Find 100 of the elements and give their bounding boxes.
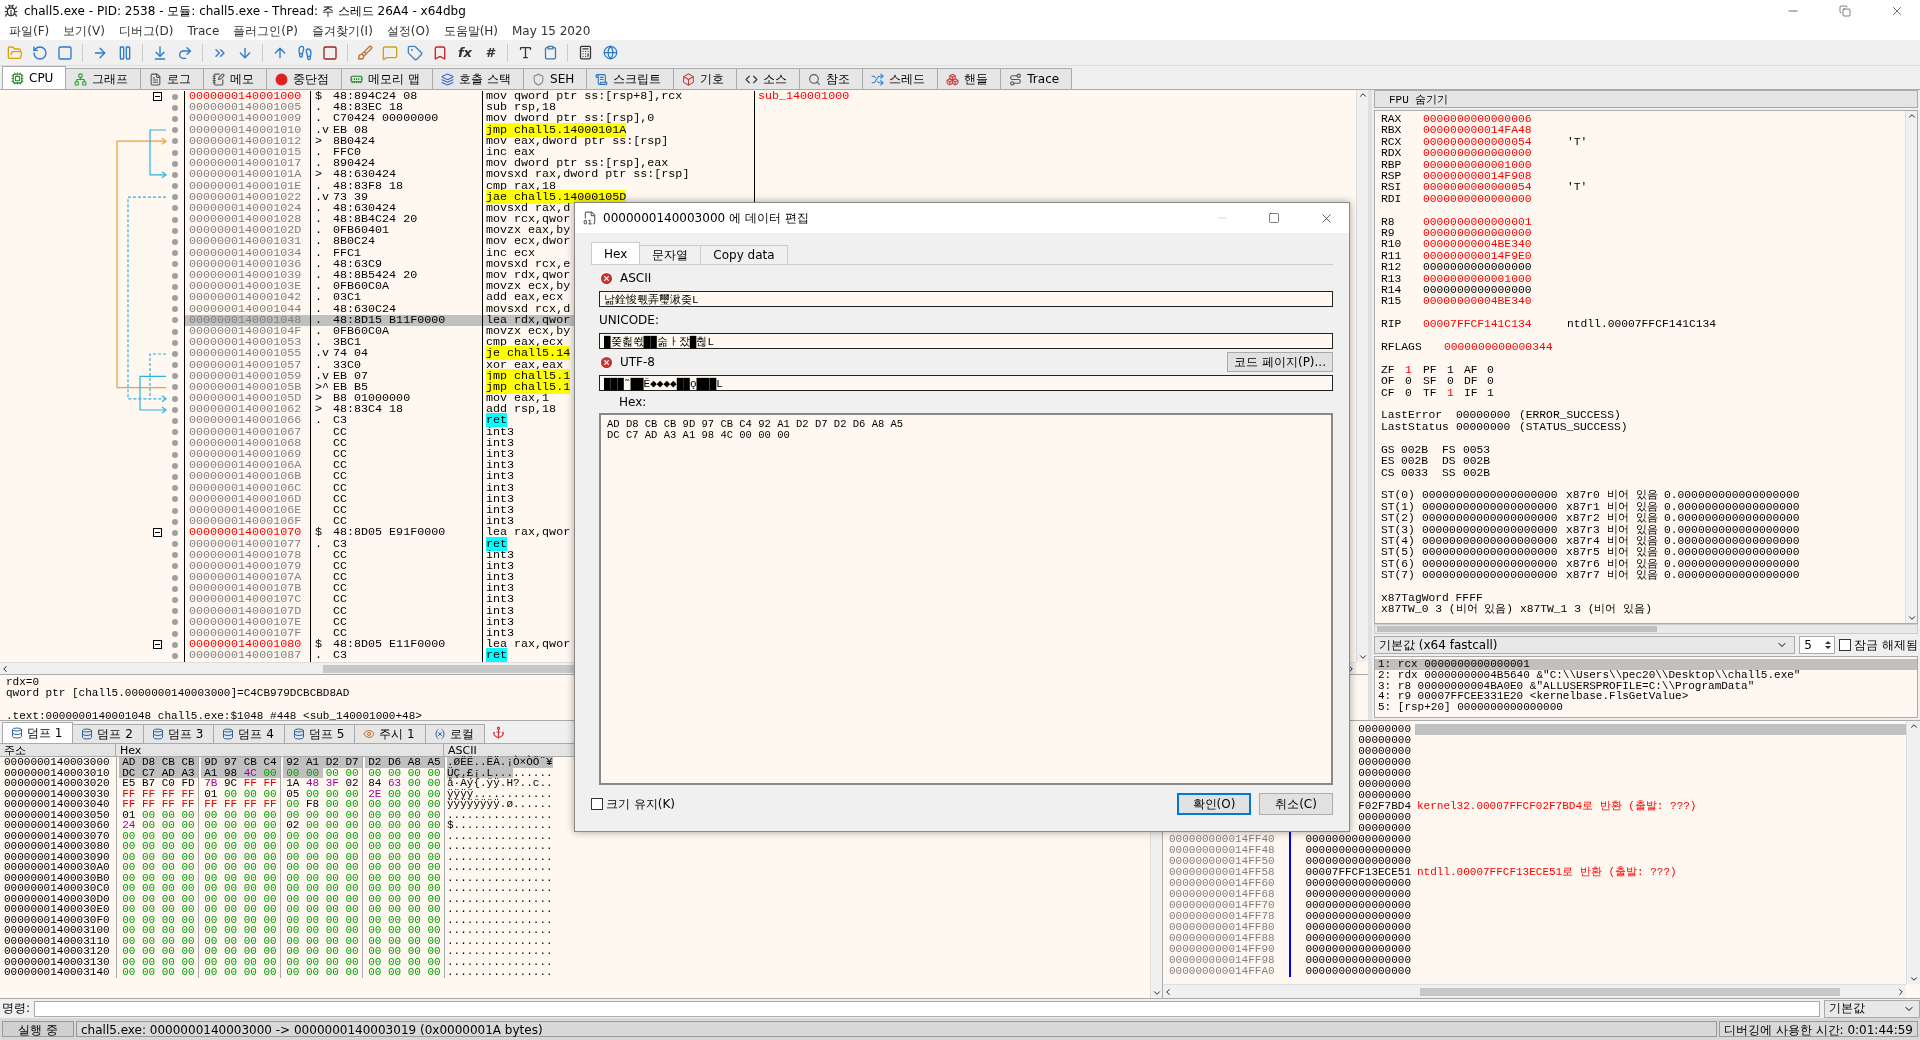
- tab[interactable]: 중단점: [266, 68, 343, 89]
- menu-item[interactable]: 설정(O): [379, 22, 437, 40]
- hex-editor-field[interactable]: AD D8 CB CB 9D 97 CB C4 92 A1 D2 D7 D2 D6 A8 A5 DC C7 AD A3 A1 98 4C 00 00 00: [599, 413, 1333, 785]
- breakpoint-dot-icon[interactable]: [172, 429, 178, 436]
- breakpoint-dot-icon[interactable]: [172, 630, 178, 637]
- breakpoint-dot-icon[interactable]: [172, 373, 178, 380]
- breakpoint-dot-icon[interactable]: [172, 261, 178, 268]
- vertical-scrollbar[interactable]: [1905, 111, 1917, 623]
- tab[interactable]: Trace: [1000, 68, 1073, 89]
- menu-item[interactable]: Trace: [180, 24, 227, 38]
- command-mode-select[interactable]: 기본값: [1824, 999, 1920, 1018]
- breakpoint-dot-icon[interactable]: [172, 93, 178, 100]
- spinner-arrows-icon[interactable]: [1824, 639, 1833, 651]
- breakpoint-dot-icon[interactable]: [172, 518, 178, 525]
- ascii-field[interactable]: 낢銓悛뤣弄璽湫좆L: [599, 291, 1333, 307]
- tab[interactable]: CPU: [2, 66, 67, 89]
- unlock-checkbox[interactable]: 잠금 해제됨: [1839, 636, 1918, 654]
- breakpoint-dot-icon[interactable]: [172, 160, 178, 167]
- breakpoint-dot-icon[interactable]: [172, 552, 178, 559]
- breakpoint-dot-icon[interactable]: [172, 138, 178, 145]
- dialog-button[interactable]: 취소(C): [1259, 793, 1333, 815]
- breakpoint-dot-icon[interactable]: [172, 115, 178, 122]
- breakpoint-dot-icon[interactable]: [172, 406, 178, 413]
- calling-convention-select[interactable]: 기본값 (x64 fastcall): [1374, 636, 1796, 654]
- menu-item[interactable]: 도움말(H): [436, 22, 505, 40]
- tab[interactable]: 참조: [799, 68, 864, 89]
- breakpoint-dot-icon[interactable]: [172, 194, 178, 201]
- code-page-button[interactable]: 코드 페이지(P)...: [1227, 352, 1333, 372]
- collapse-icon[interactable]: [153, 92, 162, 102]
- argument-line[interactable]: 4: r9 00007FFCEE331E20 <kernelbase.FlsGetValue>: [1375, 691, 1917, 703]
- dialog-button[interactable]: 확인(O): [1177, 793, 1251, 815]
- dump-tab[interactable]: 로컬: [424, 724, 485, 743]
- tab[interactable]: 문자열: [639, 245, 702, 264]
- tab[interactable]: 소스: [736, 68, 801, 89]
- dump-tab[interactable]: 덤프 5: [283, 724, 356, 743]
- breakpoint-dot-icon[interactable]: [172, 585, 178, 592]
- breakpoint-dot-icon[interactable]: [172, 205, 178, 212]
- horizontal-scrollbar[interactable]: [1374, 624, 1918, 634]
- breakpoint-dot-icon[interactable]: [172, 485, 178, 492]
- breakpoint-dot-icon[interactable]: [172, 339, 178, 346]
- breakpoint-dot-icon[interactable]: [172, 418, 178, 425]
- vertical-scrollbar[interactable]: [1356, 90, 1368, 662]
- toolbar-button[interactable]: fx: [454, 41, 476, 64]
- breakpoint-dot-icon[interactable]: [172, 294, 178, 301]
- tab[interactable]: SEH: [523, 68, 588, 89]
- breakpoint-dot-icon[interactable]: [172, 127, 178, 134]
- argument-line[interactable]: 3: r8 00000000004BA0E0 &"ALLUSERSPROFILE=C:\\ProgramData": [1375, 680, 1917, 692]
- dump-tab[interactable]: 주시 1: [354, 724, 426, 743]
- breakpoint-dot-icon[interactable]: [172, 652, 178, 659]
- breakpoint-dot-icon[interactable]: [172, 328, 178, 335]
- breakpoint-dot-icon[interactable]: [172, 350, 178, 357]
- breakpoint-dot-icon[interactable]: [172, 104, 178, 111]
- breakpoint-dot-icon[interactable]: [172, 395, 178, 402]
- tab[interactable]: 로그: [140, 68, 205, 89]
- menu-item[interactable]: 보기(V): [56, 22, 112, 40]
- fpu-toggle-button[interactable]: FPU 숨기기: [1374, 90, 1918, 108]
- breakpoint-dot-icon[interactable]: [172, 597, 178, 604]
- vertical-scrollbar[interactable]: [1906, 721, 1920, 984]
- breakpoint-dot-icon[interactable]: [172, 216, 178, 223]
- breakpoint-dot-icon[interactable]: [172, 641, 178, 648]
- dump-tab[interactable]: 덤프 1: [2, 722, 74, 743]
- menu-item[interactable]: 즐겨찾기(I): [304, 22, 380, 40]
- tab[interactable]: Copy data: [700, 245, 788, 264]
- tab[interactable]: 메모리 맵: [341, 68, 434, 89]
- breakpoint-dot-icon[interactable]: [172, 227, 178, 234]
- breakpoint-dot-icon[interactable]: [172, 541, 178, 548]
- breakpoint-dot-icon[interactable]: [172, 239, 178, 246]
- horizontal-scrollbar[interactable]: [1163, 984, 1906, 998]
- tab[interactable]: 핸들: [937, 68, 1002, 89]
- breakpoint-dot-icon[interactable]: [172, 306, 178, 313]
- breakpoint-dot-icon[interactable]: [172, 440, 178, 447]
- collapse-icon[interactable]: [153, 528, 162, 538]
- toolbar-button[interactable]: #: [479, 41, 501, 64]
- menu-item[interactable]: 파일(F): [2, 22, 57, 40]
- tab[interactable]: 그래프: [65, 68, 142, 89]
- breakpoint-dot-icon[interactable]: [172, 462, 178, 469]
- unicode-field[interactable]: █쫒쵧쐯██숢ㅏ잤█췮L: [599, 333, 1333, 349]
- breakpoint-dot-icon[interactable]: [172, 171, 178, 178]
- breakpoint-dot-icon[interactable]: [172, 250, 178, 257]
- breakpoint-dot-icon[interactable]: [172, 563, 178, 570]
- dump-tab[interactable]: 덤프 4: [213, 724, 285, 743]
- breakpoint-dot-icon[interactable]: [172, 384, 178, 391]
- dump-tab[interactable]: 덤프 3: [142, 724, 215, 743]
- breakpoint-dot-icon[interactable]: [172, 529, 178, 536]
- breakpoint-dot-icon[interactable]: [172, 272, 178, 279]
- argument-line[interactable]: 2: rdx 00000000004B5640 &"C:\\Users\\pec20\\Desktop\\chall5.exe": [1375, 669, 1917, 681]
- dump-tab[interactable]: 덤프 2: [72, 724, 144, 743]
- breakpoint-dot-icon[interactable]: [172, 619, 178, 626]
- menu-item[interactable]: 디버그(D): [111, 22, 181, 40]
- breakpoint-dot-icon[interactable]: [172, 574, 178, 581]
- breakpoint-dot-icon[interactable]: [172, 283, 178, 290]
- tab[interactable]: 기호: [673, 68, 738, 89]
- keep-size-checkbox[interactable]: 크기 유지(K): [591, 795, 676, 813]
- breakpoint-dot-icon[interactable]: [172, 451, 178, 458]
- utf8-field[interactable]: ███˜██Ē◆◆◆◆██ǫ███L: [599, 375, 1333, 391]
- tab[interactable]: 스레드: [862, 68, 939, 89]
- menu-item[interactable]: 플러그인(P): [226, 22, 305, 40]
- tab[interactable]: 메모: [203, 68, 268, 89]
- breakpoint-dot-icon[interactable]: [172, 608, 178, 615]
- breakpoint-dot-icon[interactable]: [172, 183, 178, 190]
